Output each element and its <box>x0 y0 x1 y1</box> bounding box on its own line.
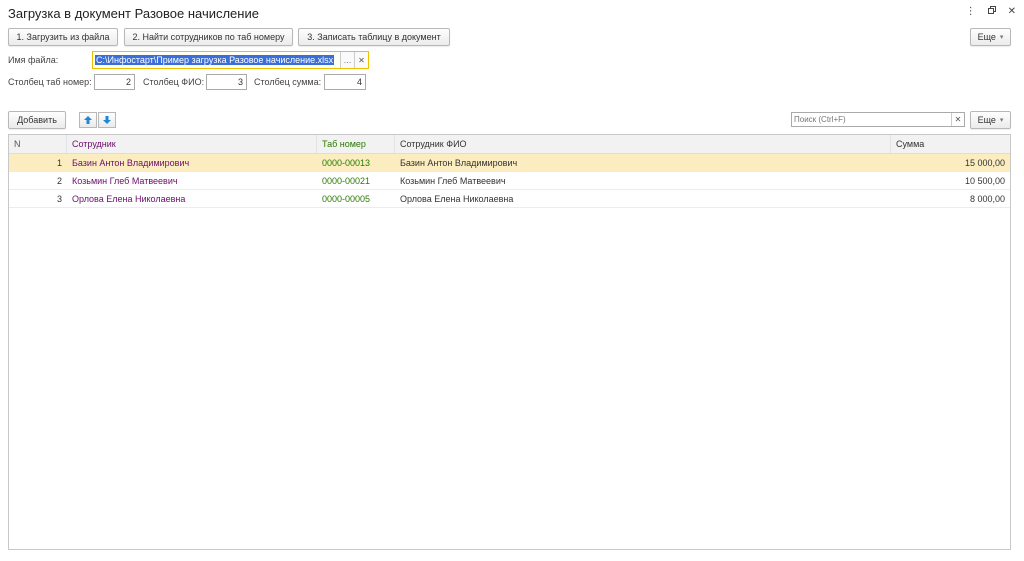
caret-down-icon: ▾ <box>999 34 1004 41</box>
col-tab-label: Столбец таб номер: <box>8 77 92 87</box>
col-tab-input[interactable]: 2 <box>94 74 135 90</box>
table-row[interactable]: 1 Базин Антон Владимирович 0000-00013 Ба… <box>9 154 1010 172</box>
write-table-button[interactable]: 3. Записать таблицу в документ <box>298 28 450 46</box>
file-label: Имя файла: <box>8 55 59 65</box>
restore-icon[interactable] <box>987 6 996 17</box>
load-from-file-button[interactable]: 1. Загрузить из файла <box>8 28 118 46</box>
move-up-button[interactable] <box>79 112 97 128</box>
add-button[interactable]: Добавить <box>8 111 66 129</box>
arrow-down-icon <box>103 116 111 124</box>
browse-ellipsis-icon[interactable]: … <box>340 52 354 68</box>
more-label: Еще <box>977 32 996 42</box>
header-tab[interactable]: Таб номер <box>317 135 395 153</box>
cell-n: 1 <box>56 157 62 168</box>
clear-icon[interactable]: ✕ <box>354 52 368 68</box>
cell-n: 2 <box>56 175 62 186</box>
search-box[interactable]: ✕ <box>791 112 965 127</box>
data-table[interactable]: N Сотрудник Таб номер Сотрудник ФИО Сумм… <box>8 134 1011 550</box>
file-value-wrap[interactable]: C:\Инфостарт\Пример загрузка Разовое нач… <box>93 55 340 65</box>
table-row[interactable]: 3 Орлова Елена Николаевна 0000-00005 Орл… <box>9 190 1010 208</box>
cell-employee[interactable]: Орлова Елена Николаевна <box>67 190 317 207</box>
cell-employee[interactable]: Козьмин Глеб Матвеевич <box>67 172 317 189</box>
more-button-table[interactable]: Еще ▾ <box>970 111 1011 129</box>
col-sum-label: Столбец сумма: <box>254 77 322 87</box>
cell-sum: 8 000,00 <box>969 193 1005 204</box>
cell-tab: 0000-00021 <box>322 175 371 186</box>
header-sum[interactable]: Сумма <box>891 135 1010 153</box>
header-n[interactable]: N <box>9 135 67 153</box>
arrow-up-icon <box>84 116 92 124</box>
cell-fio: Базин Антон Владимирович <box>400 157 518 168</box>
col-fio-input[interactable]: 3 <box>206 74 247 90</box>
cell-tab: 0000-00013 <box>322 157 371 168</box>
cell-sum: 10 500,00 <box>964 175 1005 186</box>
window-controls: ⋮ ✕ <box>966 6 1016 17</box>
header-fio[interactable]: Сотрудник ФИО <box>395 135 891 153</box>
cell-fio: Орлова Елена Николаевна <box>400 193 514 204</box>
search-clear-icon[interactable]: ✕ <box>951 113 964 126</box>
file-field[interactable]: C:\Инфостарт\Пример загрузка Разовое нач… <box>92 51 369 69</box>
cell-fio: Козьмин Глеб Матвеевич <box>400 175 506 186</box>
cell-employee[interactable]: Базин Антон Владимирович <box>67 154 317 171</box>
window-title: Загрузка в документ Разовое начисление <box>8 6 259 21</box>
kebab-icon[interactable]: ⋮ <box>966 6 976 17</box>
cell-n: 3 <box>56 193 62 204</box>
more-button-top[interactable]: Еще ▾ <box>970 28 1011 46</box>
find-employees-button[interactable]: 2. Найти сотрудников по таб номеру <box>124 28 293 46</box>
col-sum-input[interactable]: 4 <box>324 74 366 90</box>
file-value: C:\Инфостарт\Пример загрузка Разовое нач… <box>95 55 335 65</box>
col-fio-label: Столбец ФИО: <box>143 77 205 87</box>
close-icon[interactable]: ✕ <box>1008 6 1016 17</box>
caret-down-icon: ▾ <box>999 117 1004 124</box>
table-row[interactable]: 2 Козьмин Глеб Матвеевич 0000-00021 Козь… <box>9 172 1010 190</box>
more-label: Еще <box>977 115 996 125</box>
table-header: N Сотрудник Таб номер Сотрудник ФИО Сумм… <box>9 135 1010 154</box>
search-input[interactable] <box>792 113 951 126</box>
cell-sum: 15 000,00 <box>964 157 1005 168</box>
cell-tab: 0000-00005 <box>322 193 371 204</box>
move-down-button[interactable] <box>98 112 116 128</box>
header-employee[interactable]: Сотрудник <box>67 135 317 153</box>
